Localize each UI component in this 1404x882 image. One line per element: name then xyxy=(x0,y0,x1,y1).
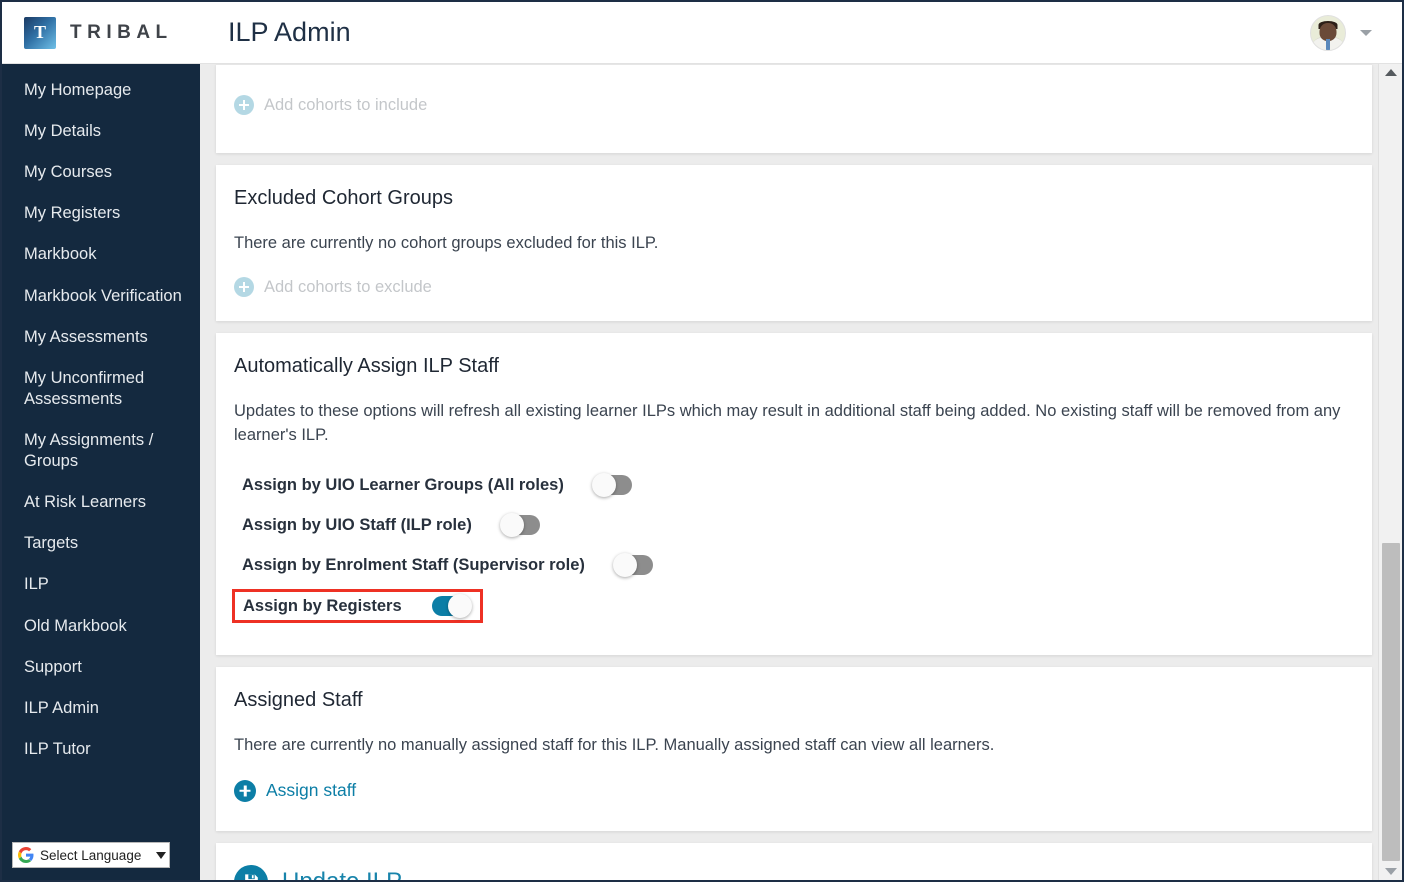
top-header-bar: T TRIBAL ILP Admin xyxy=(2,2,1402,64)
scroll-up-arrow-icon[interactable] xyxy=(1384,69,1397,76)
update-ilp-card: Update ILP xyxy=(216,842,1372,880)
auto-assign-body: Updates to these options will refresh al… xyxy=(234,402,1341,444)
toggle-knob xyxy=(447,594,472,619)
update-ilp-button[interactable]: Update ILP xyxy=(234,864,402,880)
automatically-assign-ilp-staff-card: Automatically Assign ILP Staff Updates t… xyxy=(216,333,1372,656)
content-inner: Add cohorts to include Excluded Cohort G… xyxy=(216,64,1372,880)
sidebar-item-my-courses[interactable]: My Courses xyxy=(2,152,200,193)
sidebar-item-markbook[interactable]: Markbook xyxy=(2,234,200,275)
google-g-icon xyxy=(18,847,34,863)
tribal-logo-icon: T xyxy=(24,16,56,49)
sidebar-item-my-unconfirmed-assessments[interactable]: My Unconfirmed Assessments xyxy=(2,358,200,420)
excluded-cohort-groups-body: There are currently no cohort groups exc… xyxy=(234,234,659,252)
auto-assign-title: Automatically Assign ILP Staff xyxy=(234,355,499,378)
google-translate-widget[interactable]: Select Language xyxy=(12,842,170,868)
add-cohorts-to-exclude-link[interactable]: Add cohorts to exclude xyxy=(234,277,1354,298)
toggle-row-enrolment-staff[interactable]: Assign by Enrolment Staff (Supervisor ro… xyxy=(234,549,653,581)
assigned-staff-body: There are currently no manually assigned… xyxy=(234,736,995,755)
vertical-scrollbar[interactable] xyxy=(1378,64,1402,880)
toggle-knob xyxy=(612,553,637,578)
sidebar-item-my-details[interactable]: My Details xyxy=(2,111,200,152)
sidebar-nav-list: My Homepage My Details My Courses My Reg… xyxy=(2,64,200,770)
scrollbar-thumb[interactable] xyxy=(1382,543,1400,861)
toggle-switch-uio-staff[interactable] xyxy=(499,513,540,538)
avatar-tie xyxy=(1326,38,1330,50)
app-window: T TRIBAL ILP Admin My Homepage My Detail… xyxy=(0,0,1404,882)
sidebar-item-my-homepage[interactable]: My Homepage xyxy=(2,70,200,111)
brand-logo[interactable]: T TRIBAL xyxy=(24,16,198,49)
toggle-knob xyxy=(591,473,616,498)
toggle-switch-assign-by-registers[interactable] xyxy=(431,594,472,619)
toggle-knob xyxy=(499,513,524,538)
add-cohorts-to-exclude-label: Add cohorts to exclude xyxy=(264,277,432,296)
assigned-staff-card: Assigned Staff There are currently no ma… xyxy=(216,667,1372,831)
save-disk-icon xyxy=(234,864,268,880)
toggle-row-assign-by-registers[interactable]: Assign by Registers xyxy=(232,589,483,624)
sidebar-item-my-registers[interactable]: My Registers xyxy=(2,193,200,234)
toggle-label-assign-by-registers: Assign by Registers xyxy=(243,596,402,615)
caret-down-icon[interactable] xyxy=(156,851,167,859)
update-ilp-label: Update ILP xyxy=(282,868,402,880)
sidebar: My Homepage My Details My Courses My Reg… xyxy=(2,64,200,880)
toggle-switch-enrolment-staff[interactable] xyxy=(612,553,653,578)
chevron-down-icon[interactable] xyxy=(1360,29,1372,36)
sidebar-item-ilp[interactable]: ILP xyxy=(2,564,200,605)
add-cohorts-to-include-link[interactable]: Add cohorts to include xyxy=(234,95,1354,115)
add-cohorts-to-include-label: Add cohorts to include xyxy=(264,95,428,114)
assigned-staff-title: Assigned Staff xyxy=(234,689,363,712)
scroll-down-arrow-icon[interactable] xyxy=(1384,868,1397,875)
toggle-row-uio-staff[interactable]: Assign by UIO Staff (ILP role) xyxy=(234,509,540,541)
sidebar-item-my-assessments[interactable]: My Assessments xyxy=(2,317,200,358)
sidebar-item-old-markbook[interactable]: Old Markbook xyxy=(2,606,200,647)
included-cohort-groups-card: Add cohorts to include xyxy=(216,64,1372,153)
avatar[interactable] xyxy=(1310,14,1346,51)
assign-staff-label: Assign staff xyxy=(266,780,357,801)
toggle-row-uio-learner-groups[interactable]: Assign by UIO Learner Groups (All roles) xyxy=(234,469,632,501)
main-content-scroll-area: Add cohorts to include Excluded Cohort G… xyxy=(200,64,1378,880)
excluded-cohort-groups-title: Excluded Cohort Groups xyxy=(234,187,454,209)
sidebar-item-my-assignments-groups[interactable]: My Assignments / Groups xyxy=(2,420,200,482)
plus-circle-icon xyxy=(234,779,256,802)
page-title: ILP Admin xyxy=(228,17,351,47)
toggle-label-enrolment-staff: Assign by Enrolment Staff (Supervisor ro… xyxy=(242,555,585,574)
excluded-cohort-groups-card: Excluded Cohort Groups There are current… xyxy=(216,165,1372,322)
brand-name: TRIBAL xyxy=(70,21,173,43)
user-menu[interactable] xyxy=(1310,14,1372,51)
translate-label: Select Language xyxy=(40,847,142,863)
sidebar-item-markbook-verification[interactable]: Markbook Verification xyxy=(2,276,200,317)
plus-circle-icon xyxy=(234,277,254,298)
sidebar-item-support[interactable]: Support xyxy=(2,647,200,688)
sidebar-item-ilp-tutor[interactable]: ILP Tutor xyxy=(2,729,200,770)
toggle-switch-uio-learner-groups[interactable] xyxy=(591,473,632,498)
toggle-label-uio-staff: Assign by UIO Staff (ILP role) xyxy=(242,515,472,534)
toggle-label-uio-learner-groups: Assign by UIO Learner Groups (All roles) xyxy=(242,475,564,494)
sidebar-item-targets[interactable]: Targets xyxy=(2,523,200,564)
assign-staff-link[interactable]: Assign staff xyxy=(234,779,357,802)
sidebar-item-at-risk-learners[interactable]: At Risk Learners xyxy=(2,482,200,523)
sidebar-item-ilp-admin[interactable]: ILP Admin xyxy=(2,688,200,729)
plus-circle-icon xyxy=(234,95,254,115)
